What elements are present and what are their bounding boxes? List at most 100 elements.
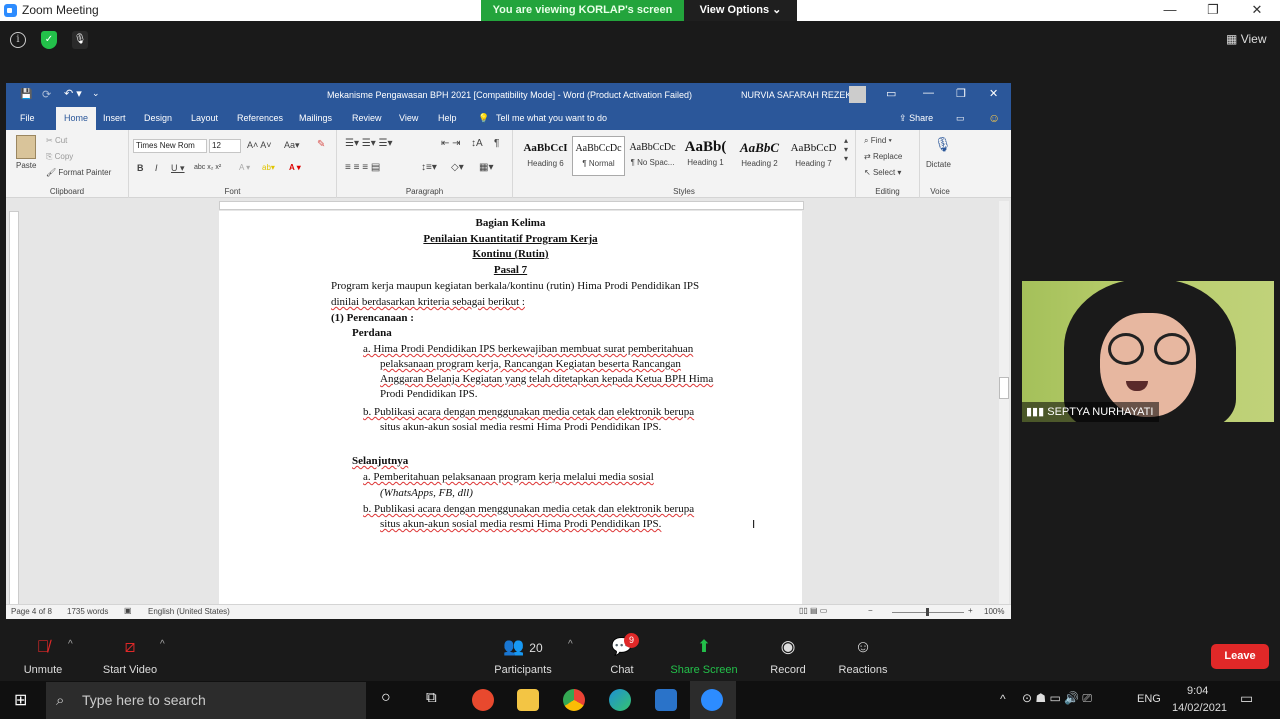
tab-layout[interactable]: Layout — [191, 107, 218, 130]
select-button[interactable]: ↖ Select ▾ — [864, 168, 901, 177]
borders-icon[interactable]: ▦▾ — [479, 162, 493, 173]
style-normal[interactable]: AaBbCcDc ¶ Normal — [572, 136, 625, 176]
tab-help[interactable]: Help — [438, 107, 457, 130]
scroll-thumb[interactable] — [999, 377, 1009, 399]
document-page[interactable]: Bagian Kelima Penilaian Kuantitatif Prog… — [219, 211, 802, 605]
video-caret-icon[interactable]: ^ — [160, 639, 165, 650]
font-size-select[interactable]: 12 — [209, 139, 241, 153]
tab-home[interactable]: Home — [56, 107, 97, 130]
taskbar-search-input[interactable]: ⌕ Type here to search — [46, 682, 366, 719]
indent-icon[interactable]: ⇤ ⇥ — [441, 138, 461, 149]
dictate-button[interactable]: Dictate — [926, 160, 951, 169]
tab-file[interactable]: File — [20, 107, 35, 130]
clock-time[interactable]: 9:04 — [1187, 685, 1208, 697]
autosave-icon[interactable]: ⟳ — [42, 88, 51, 101]
zoom-taskbar-icon[interactable] — [701, 689, 723, 711]
change-case-button[interactable]: Aa▾ — [284, 140, 300, 151]
notifications-icon[interactable]: ▭ — [1240, 690, 1253, 707]
close-button[interactable]: ✕ — [1237, 0, 1277, 21]
minimize-button[interactable]: — — [1150, 0, 1190, 21]
photos-icon[interactable] — [655, 689, 677, 711]
edge-icon[interactable] — [609, 689, 631, 711]
highlight-icon[interactable]: ab▾ — [262, 163, 275, 172]
align-icons[interactable]: ≡ ≡ ≡ ▤ — [345, 162, 380, 173]
restore-button[interactable]: ❐ — [1193, 0, 1233, 21]
style-heading-1[interactable]: AaBb(Heading 1 — [679, 136, 732, 176]
avatar[interactable] — [849, 86, 866, 103]
unmute-button[interactable]: 🎙̸ Unmute — [18, 627, 68, 681]
tab-insert[interactable]: Insert — [103, 107, 126, 130]
paste-button[interactable]: Paste — [16, 161, 36, 170]
style-no-spacing[interactable]: AaBbCcDc ¶ No Spac... — [626, 136, 679, 176]
line-spacing-icon[interactable]: ↕≡▾ — [421, 162, 437, 173]
word-restore-button[interactable]: ❐ — [956, 87, 966, 100]
replace-button[interactable]: ⇄ Replace — [864, 152, 902, 161]
dictate-mic-icon[interactable]: 🎙 — [934, 136, 952, 153]
tab-references[interactable]: References — [237, 107, 283, 130]
cortana-icon[interactable]: ○ — [381, 689, 391, 707]
find-button[interactable]: ⌕ Find ▾ — [864, 136, 892, 146]
smiley-icon[interactable]: ☺ — [988, 107, 1000, 130]
font-name-select[interactable]: Times New Rom — [133, 139, 207, 153]
word-count[interactable]: 1735 words — [67, 607, 108, 616]
zoom-slider-thumb[interactable] — [926, 608, 929, 616]
tab-review[interactable]: Review — [352, 107, 382, 130]
word-close-button[interactable]: ✕ — [989, 87, 998, 100]
microphone-icon[interactable]: 🎙 — [72, 31, 88, 49]
clock-date[interactable]: 14/02/2021 — [1172, 702, 1227, 714]
file-explorer-icon[interactable] — [517, 689, 539, 711]
proofing-icon[interactable]: ▣ — [124, 606, 132, 615]
language[interactable]: English (United States) — [148, 607, 230, 616]
paste-icon[interactable] — [16, 135, 36, 159]
tab-design[interactable]: Design — [144, 107, 172, 130]
comments-icon[interactable]: ▭ — [956, 107, 965, 130]
tab-mailings[interactable]: Mailings — [299, 107, 332, 130]
start-video-button[interactable]: ⧄ Start Video — [98, 627, 162, 681]
tray-icons[interactable]: ⊙ ☗ ▭ 🔊 ⎚ — [1022, 691, 1092, 706]
bullets-icon[interactable]: ☰▾ ☰▾ ☰▾ — [345, 138, 393, 149]
vertical-ruler[interactable] — [9, 211, 19, 605]
shield-icon[interactable]: ✓ — [41, 31, 57, 49]
word-minimize-button[interactable]: — — [923, 87, 934, 99]
shading-icon[interactable]: ◇▾ — [451, 162, 464, 173]
ribbon-display-icon[interactable]: ▭ — [886, 87, 896, 100]
strikethrough-button[interactable]: abc x₂ x² — [194, 164, 221, 171]
task-view-icon[interactable]: ⧉ — [426, 689, 437, 706]
participant-video[interactable]: ▮▮▮ SEPTYA NURHAYATI — [1022, 281, 1274, 422]
reactions-button[interactable]: ☺ Reactions — [836, 627, 890, 681]
windows-start-icon[interactable]: ⊞ — [14, 690, 27, 710]
record-button[interactable]: ◉ Record — [766, 627, 810, 681]
cut-button[interactable]: ✂ Cut — [46, 136, 67, 145]
zoom-level[interactable]: 100% — [984, 607, 1004, 616]
zoom-in-icon[interactable]: + — [968, 606, 973, 615]
tell-me-input[interactable]: Tell me what you want to do — [496, 107, 607, 130]
style-heading-6[interactable]: AaBbCcI Heading 6 — [519, 136, 572, 176]
audio-caret-icon[interactable]: ^ — [68, 639, 73, 650]
info-icon[interactable]: i — [10, 32, 26, 48]
app-icon-red[interactable] — [472, 689, 494, 711]
tray-chevron-icon[interactable]: ^ — [1000, 692, 1006, 706]
style-heading-7[interactable]: AaBbCcD Heading 7 — [787, 136, 840, 176]
bold-button[interactable]: B — [137, 163, 144, 173]
font-color-icon[interactable]: A ▾ — [289, 163, 301, 172]
share-screen-button[interactable]: ⬆ Share Screen — [668, 627, 740, 681]
undo-icon[interactable]: ↶ ▾ — [64, 87, 82, 100]
tab-view[interactable]: View — [399, 107, 418, 130]
save-icon[interactable]: 💾 — [20, 89, 32, 100]
zoom-out-icon[interactable]: − — [868, 606, 873, 615]
read-mode-icon[interactable]: ▯▯ ▤ ▭ — [799, 606, 827, 615]
sort-icon[interactable]: ↕A — [471, 138, 483, 149]
italic-button[interactable]: I — [155, 163, 158, 173]
copy-button[interactable]: ⎘ Copy — [46, 152, 73, 162]
pilcrow-icon[interactable]: ¶ — [494, 138, 499, 149]
customize-toolbar-icon[interactable]: ⌄ — [92, 88, 100, 99]
styles-scroll-icon[interactable]: ▴ ▾ ▾ — [844, 136, 848, 163]
input-language[interactable]: ENG — [1137, 693, 1161, 705]
view-button[interactable]: ▦ View — [1226, 32, 1266, 46]
vertical-scrollbar[interactable] — [999, 201, 1009, 604]
horizontal-ruler[interactable] — [219, 201, 804, 210]
underline-button[interactable]: U ▾ — [171, 163, 185, 174]
participants-caret-icon[interactable]: ^ — [568, 639, 573, 650]
grow-font-button[interactable]: A˄ A˅ — [247, 140, 272, 150]
format-painter-button[interactable]: 🖌 Format Painter — [46, 168, 111, 177]
